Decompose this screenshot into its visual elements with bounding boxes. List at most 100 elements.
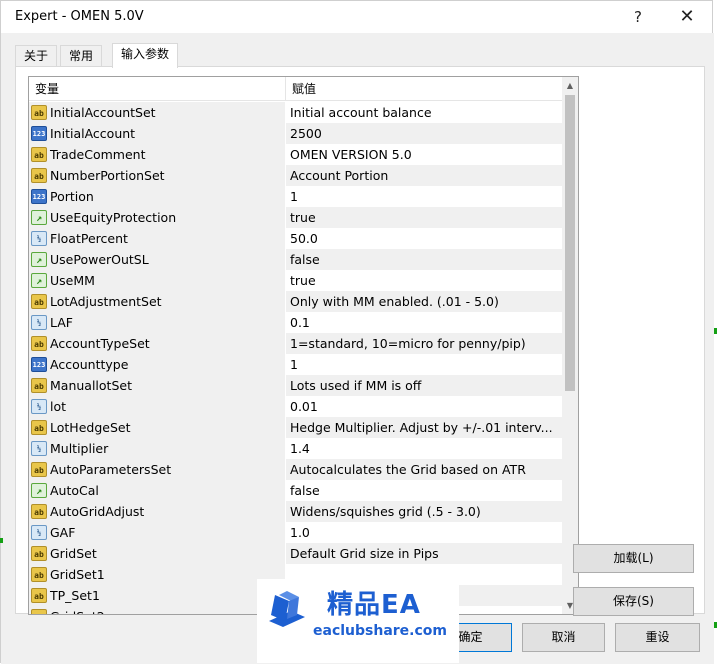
variable-cell[interactable]: 123 Portion xyxy=(29,186,286,207)
variable-name: AutoCal xyxy=(50,483,99,498)
value-cell[interactable]: 1 xyxy=(286,354,562,375)
value-cell[interactable]: 50.0 xyxy=(286,228,562,249)
variable-cell[interactable]: abGridSet2 xyxy=(29,606,286,614)
variable-cell[interactable]: ab TradeComment xyxy=(29,144,286,165)
table-row[interactable]: ab TradeComment OMEN VERSION 5.0 xyxy=(29,144,562,165)
integer-type-icon: 123 xyxy=(31,357,47,372)
double-type-icon: ½ xyxy=(31,441,47,456)
value-cell[interactable]: OMEN VERSION 5.0 xyxy=(286,144,562,165)
parameter-rows: ab InitialAccountSet Initial account balan… xyxy=(29,102,562,614)
tab-inputs[interactable]: 输入参数 xyxy=(112,43,179,68)
variable-cell[interactable]: ab InitialAccountSet xyxy=(29,102,286,123)
variable-cell[interactable]: ab AccountTypeSet xyxy=(29,333,286,354)
variable-name: GridSet2 xyxy=(50,606,105,614)
table-row[interactable]: ↗ UseEquityProtection true xyxy=(29,207,562,228)
variable-cell[interactable]: ab AutoParametersSet xyxy=(29,459,286,480)
variable-cell[interactable]: ½ lot xyxy=(29,396,286,417)
table-row[interactable]: ab AccountTypeSet 1=standard, 10=micro for… xyxy=(29,333,562,354)
table-row[interactable]: ab AutoParametersSet Autocalculates the Gr… xyxy=(29,459,562,480)
table-row[interactable]: ↗ UsePowerOutSL false xyxy=(29,249,562,270)
variable-name: AccountTypeSet xyxy=(50,336,150,351)
variable-name: Accounttype xyxy=(50,357,129,372)
variable-cell[interactable]: 123 Accounttype xyxy=(29,354,286,375)
table-row[interactable]: 123 Accounttype 1 xyxy=(29,354,562,375)
variable-cell[interactable]: ab NumberPortionSet xyxy=(29,165,286,186)
table-row[interactable]: ab LotAdjustmentSet Only with MM enabled. … xyxy=(29,291,562,312)
table-row[interactable]: ½ FloatPercent 50.0 xyxy=(29,228,562,249)
value-cell[interactable]: Hedge Multiplier. Adjust by +/-.01 inter… xyxy=(286,417,562,438)
variable-cell[interactable]: ↗ UsePowerOutSL xyxy=(29,249,286,270)
table-row[interactable]: ab AutoGridAdjust Widens/squishes grid (.5… xyxy=(29,501,562,522)
reset-button[interactable]: 重设 xyxy=(615,623,700,652)
variable-cell[interactable]: ½ FloatPercent xyxy=(29,228,286,249)
variable-cell[interactable]: ↗ UseEquityProtection xyxy=(29,207,286,228)
string-type-icon: ab xyxy=(31,378,47,393)
scroll-up-arrow-icon[interactable]: ▲ xyxy=(562,77,578,94)
variable-name: UseMM xyxy=(50,273,95,288)
table-row[interactable]: ab LotHedgeSet Hedge Multiplier. Adjust by… xyxy=(29,417,562,438)
value-cell[interactable]: 0.01 xyxy=(286,396,562,417)
table-row[interactable]: ↗ AutoCal false xyxy=(29,480,562,501)
value-cell[interactable]: 1.4 xyxy=(286,438,562,459)
table-row[interactable]: ½ GAF 1.0 xyxy=(29,522,562,543)
title-bar[interactable]: Expert - OMEN 5.0V ? ✕ xyxy=(1,1,712,33)
close-button[interactable]: ✕ xyxy=(672,5,702,29)
table-row[interactable]: ½ LAF 0.1 xyxy=(29,312,562,333)
variable-cell[interactable]: ↗ UseMM xyxy=(29,270,286,291)
value-cell[interactable]: Account Portion xyxy=(286,165,562,186)
tab-about[interactable]: 关于 xyxy=(15,45,58,67)
table-row[interactable]: ab InitialAccountSet Initial account balan… xyxy=(29,102,562,123)
value-cell[interactable]: Lots used if MM is off xyxy=(286,375,562,396)
table-row[interactable]: ab GridSet Default Grid size in Pips xyxy=(29,543,562,564)
value-cell[interactable]: Initial account balance xyxy=(286,102,562,123)
table-row[interactable]: ↗ UseMM true xyxy=(29,270,562,291)
value-cell[interactable]: Autocalculates the Grid based on ATR xyxy=(286,459,562,480)
table-row[interactable]: ½ Multiplier 1.4 xyxy=(29,438,562,459)
variable-cell[interactable]: ab LotHedgeSet xyxy=(29,417,286,438)
string-type-icon: ab xyxy=(31,105,47,120)
vertical-scrollbar[interactable]: ▲ ▼ xyxy=(562,77,578,614)
value-cell[interactable]: false xyxy=(286,249,562,270)
value-cell[interactable]: false xyxy=(286,480,562,501)
tab-common[interactable]: 常用 xyxy=(60,45,103,67)
load-button[interactable]: 加载(L) xyxy=(573,544,694,573)
value-cell[interactable]: Default Grid size in Pips xyxy=(286,543,562,564)
boolean-type-icon: ↗ xyxy=(31,210,47,225)
variable-name: GAF xyxy=(50,525,76,540)
variable-cell[interactable]: ab TP_Set1 xyxy=(29,585,286,606)
table-row[interactable]: ½ lot 0.01 xyxy=(29,396,562,417)
column-header-variable[interactable]: 变量 xyxy=(29,77,286,101)
variable-cell[interactable]: ab AutoGridAdjust xyxy=(29,501,286,522)
value-cell[interactable]: true xyxy=(286,207,562,228)
column-header-value[interactable]: 赋值 xyxy=(286,77,562,101)
save-button[interactable]: 保存(S) xyxy=(573,587,694,616)
value-cell[interactable]: 0.1 xyxy=(286,312,562,333)
value-cell[interactable]: true xyxy=(286,270,562,291)
table-row[interactable]: 123 InitialAccount 2500 xyxy=(29,123,562,144)
value-cell[interactable]: 1.0 xyxy=(286,522,562,543)
grid-header: 变量 赋值 xyxy=(29,77,562,101)
string-type-icon: ab xyxy=(31,567,47,582)
variable-cell[interactable]: ab LotAdjustmentSet xyxy=(29,291,286,312)
variable-cell[interactable]: 123 InitialAccount xyxy=(29,123,286,144)
variable-cell[interactable]: ab ManuallotSet xyxy=(29,375,286,396)
table-row[interactable]: ab NumberPortionSet Account Portion xyxy=(29,165,562,186)
variable-cell[interactable]: ↗ AutoCal xyxy=(29,480,286,501)
value-cell[interactable]: 1=standard, 10=micro for penny/pip) xyxy=(286,333,562,354)
cancel-button[interactable]: 取消 xyxy=(522,623,605,652)
variable-cell[interactable]: ½ Multiplier xyxy=(29,438,286,459)
variable-cell[interactable]: ab GridSet1 xyxy=(29,564,286,585)
variable-name: ManuallotSet xyxy=(50,378,132,393)
value-cell[interactable]: 1 xyxy=(286,186,562,207)
table-row[interactable]: ab ManuallotSet Lots used if MM is off xyxy=(29,375,562,396)
value-cell[interactable]: Widens/squishes grid (.5 - 3.0) xyxy=(286,501,562,522)
table-row[interactable]: 123 Portion 1 xyxy=(29,186,562,207)
boolean-type-icon: ↗ xyxy=(31,483,47,498)
help-button[interactable]: ? xyxy=(623,5,653,29)
value-cell[interactable]: 2500 xyxy=(286,123,562,144)
variable-cell[interactable]: ½ GAF xyxy=(29,522,286,543)
scroll-thumb[interactable] xyxy=(565,95,575,391)
value-cell[interactable]: Only with MM enabled. (.01 - 5.0) xyxy=(286,291,562,312)
variable-cell[interactable]: ½ LAF xyxy=(29,312,286,333)
variable-cell[interactable]: ab GridSet xyxy=(29,543,286,564)
